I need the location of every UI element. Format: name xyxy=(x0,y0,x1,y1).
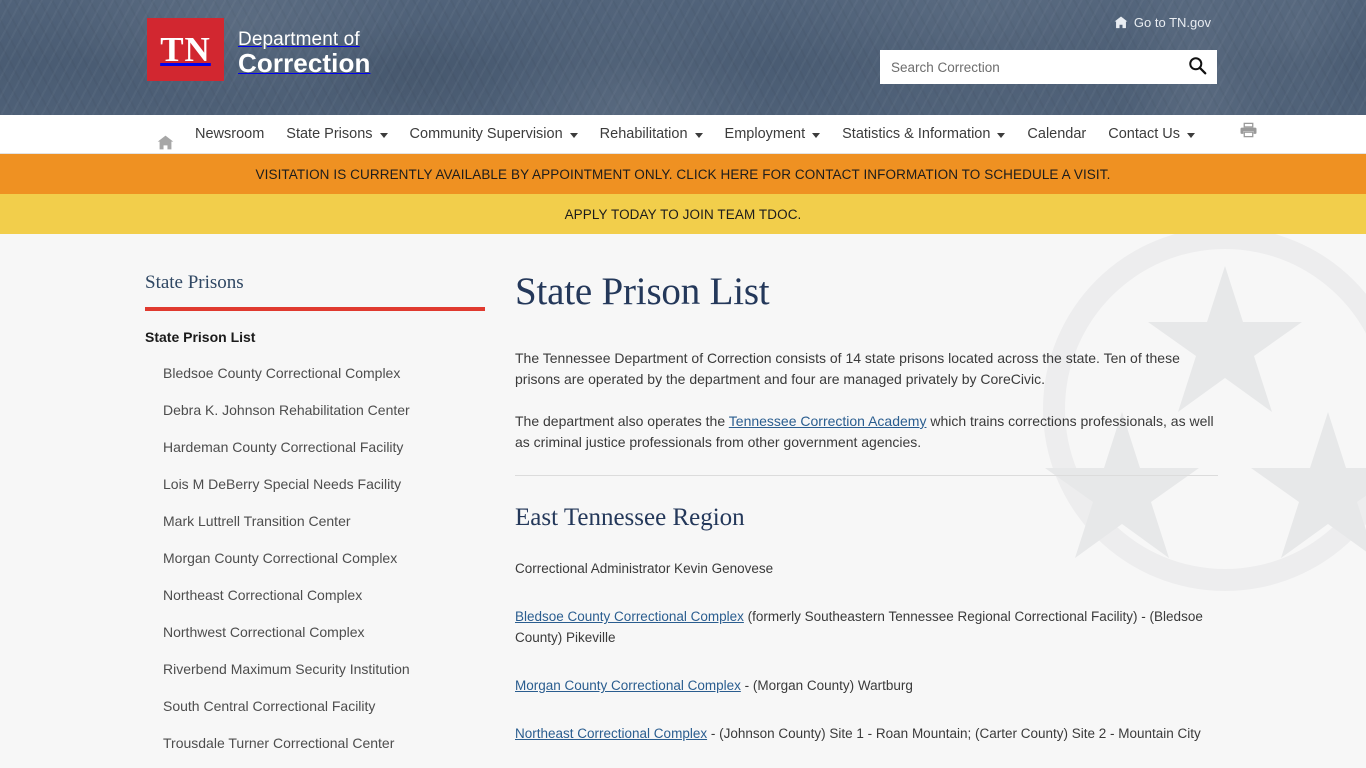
sidebar-title: State Prisons xyxy=(145,272,244,293)
department-line-2: Correction xyxy=(238,47,371,78)
sidebar-item-bledsoe-county-correctional-complex[interactable]: Bledsoe County Correctional Complex xyxy=(145,365,515,381)
region-administrator: Correctional Administrator Kevin Genoves… xyxy=(515,561,774,576)
prison-entry: Morgan County Correctional Complex - (Mo… xyxy=(515,675,1218,696)
search-icon xyxy=(1188,56,1207,78)
page-title: State Prison List xyxy=(515,270,770,313)
chevron-down-icon xyxy=(1187,133,1195,138)
site-header: TN Department of Correction Go to TN.gov xyxy=(0,0,1366,115)
nav-item-label: State Prisons xyxy=(286,126,373,142)
sidebar-accent-rule xyxy=(145,307,485,311)
intro-p2-before: The department also operates the xyxy=(515,413,729,429)
nav-item-label: Newsroom xyxy=(195,126,265,142)
nav-item-label: Calendar xyxy=(1027,126,1087,142)
alert-banners: VISITATION IS CURRENTLY AVAILABLE BY APP… xyxy=(0,154,1366,234)
go-to-tngov-label: Go to TN.gov xyxy=(1133,15,1211,30)
sidebar-item-morgan-county-correctional-complex[interactable]: Morgan County Correctional Complex xyxy=(145,550,515,566)
chevron-down-icon xyxy=(812,133,821,138)
sidebar-item-trousdale-turner-correctional-center[interactable]: Trousdale Turner Correctional Center xyxy=(145,735,515,751)
nav-item-label: Rehabilitation xyxy=(599,126,688,142)
content-divider xyxy=(515,475,1218,476)
chevron-down-icon xyxy=(569,133,578,138)
nav-item-calendar[interactable]: Calendar xyxy=(1016,115,1097,154)
sidebar-item-riverbend-maximum-security-institution[interactable]: Riverbend Maximum Security Institution xyxy=(145,661,515,677)
home-icon xyxy=(157,127,174,150)
prison-link-morgan-county-correctional-complex[interactable]: Morgan County Correctional Complex xyxy=(515,678,741,693)
home-icon xyxy=(1114,16,1128,29)
nav-home-link[interactable] xyxy=(147,115,184,154)
prison-entry-detail: - (Johnson County) Site 1 - Roan Mountai… xyxy=(707,726,1201,741)
region-prison-entries: Bledsoe County Correctional Complex (for… xyxy=(515,606,1218,744)
site-search xyxy=(880,50,1217,84)
tn-logo-letters: TN xyxy=(147,18,224,81)
sidebar-item-northwest-correctional-complex[interactable]: Northwest Correctional Complex xyxy=(145,624,515,640)
nav-item-statistics-information[interactable]: Statistics & Information xyxy=(831,115,1016,154)
alert-banner-text: APPLY TODAY TO JOIN TEAM TDOC. xyxy=(564,206,802,222)
search-input[interactable] xyxy=(881,51,1178,83)
department-line-1: Department of xyxy=(238,28,360,50)
sidebar-item-mark-luttrell-transition-center[interactable]: Mark Luttrell Transition Center xyxy=(145,513,515,529)
sidebar-item-debra-k-johnson-rehabilitation-center[interactable]: Debra K. Johnson Rehabilitation Center xyxy=(145,402,515,418)
nav-item-employment[interactable]: Employment xyxy=(714,115,832,154)
sidebar-item-northeast-correctional-complex[interactable]: Northeast Correctional Complex xyxy=(145,587,515,603)
sidebar-item-south-central-correctional-facility[interactable]: South Central Correctional Facility xyxy=(145,698,515,714)
prison-entry: Bledsoe County Correctional Complex (for… xyxy=(515,606,1218,648)
chevron-down-icon xyxy=(379,133,388,138)
nav-item-label: Community Supervision xyxy=(409,126,563,142)
chevron-down-icon xyxy=(694,133,703,138)
alert-banner-text: VISITATION IS CURRENTLY AVAILABLE BY APP… xyxy=(255,166,1111,182)
prison-link-bledsoe-county-correctional-complex[interactable]: Bledsoe County Correctional Complex xyxy=(515,609,744,624)
nav-item-label: Statistics & Information xyxy=(842,126,991,142)
alert-banner-1[interactable]: VISITATION IS CURRENTLY AVAILABLE BY APP… xyxy=(0,154,1366,194)
nav-item-state-prisons[interactable]: State Prisons xyxy=(275,115,398,154)
region-heading: East Tennessee Region xyxy=(515,504,745,531)
printer-icon xyxy=(1240,115,1257,154)
nav-item-label: Contact Us xyxy=(1108,126,1180,142)
main-content: State Prison List The Tennessee Departme… xyxy=(515,234,1366,768)
nav-item-contact-us[interactable]: Contact Us xyxy=(1097,115,1206,154)
alert-banner-2[interactable]: APPLY TODAY TO JOIN TEAM TDOC. xyxy=(0,194,1366,234)
sidebar-item-state-prison-list[interactable]: State Prison List xyxy=(145,329,515,345)
prison-entry-detail: - (Morgan County) Wartburg xyxy=(740,678,913,693)
tn-state-logo-mark: TN xyxy=(147,18,224,81)
department-wordmark: Department of Correction xyxy=(238,28,371,81)
intro-paragraph-2: The department also operates the Tenness… xyxy=(515,411,1218,453)
nav-item-newsroom[interactable]: Newsroom xyxy=(184,115,275,154)
nav-item-label: Employment xyxy=(724,126,806,142)
main-navigation: Newsroom State Prisons Community Supervisi… xyxy=(0,115,1366,154)
print-page-button[interactable] xyxy=(1230,115,1267,154)
intro-paragraph-1: The Tennessee Department of Correction c… xyxy=(515,350,1180,387)
page-body: State Prisons State Prison List Bledsoe … xyxy=(0,234,1366,768)
sidebar: State Prisons State Prison List Bledsoe … xyxy=(145,234,515,768)
search-submit-button[interactable] xyxy=(1178,51,1216,83)
sidebar-prison-list: Bledsoe County Correctional Complex Debra… xyxy=(145,365,515,751)
sidebar-item-hardeman-county-correctional-facility[interactable]: Hardeman County Correctional Facility xyxy=(145,439,515,455)
prison-link-northeast-correctional-complex[interactable]: Northeast Correctional Complex xyxy=(515,726,707,741)
chevron-down-icon xyxy=(997,133,1006,138)
prison-entry: Northeast Correctional Complex - (Johnso… xyxy=(515,723,1218,744)
site-logo[interactable]: TN Department of Correction xyxy=(147,18,370,81)
sidebar-item-lois-m-deberry-special-needs-facility[interactable]: Lois M DeBerry Special Needs Facility xyxy=(145,476,515,492)
tennessee-correction-academy-link[interactable]: Tennessee Correction Academy xyxy=(729,413,927,429)
nav-item-rehabilitation[interactable]: Rehabilitation xyxy=(589,115,714,154)
go-to-tngov-link[interactable]: Go to TN.gov xyxy=(1114,15,1211,30)
nav-item-community-supervision[interactable]: Community Supervision xyxy=(399,115,589,154)
